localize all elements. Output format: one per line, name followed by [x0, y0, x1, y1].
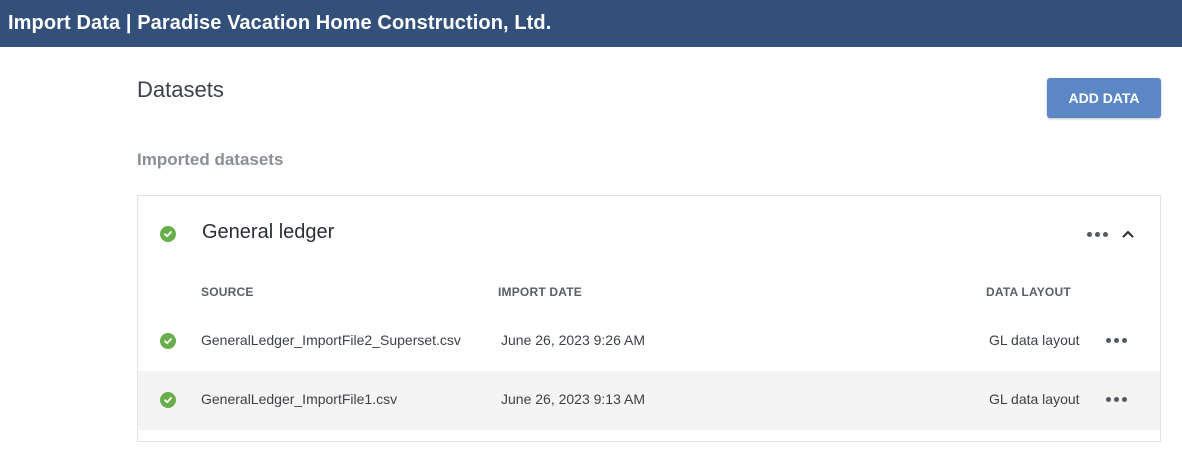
row-more-options-icon[interactable] [1106, 397, 1127, 402]
table-row: GeneralLedger_ImportFile1.csv June 26, 2… [138, 371, 1160, 430]
data-layout-cell: GL data layout [989, 332, 1080, 348]
table-row: GeneralLedger_ImportFile2_Superset.csv J… [138, 312, 1160, 371]
app-header: Import Data | Paradise Vacation Home Con… [0, 0, 1182, 47]
import-date-cell: June 26, 2023 9:26 AM [501, 332, 645, 348]
column-header-import-date: IMPORT DATE [498, 285, 582, 299]
source-cell: GeneralLedger_ImportFile1.csv [201, 391, 398, 407]
check-circle-icon [160, 392, 176, 408]
chevron-up-icon[interactable] [1120, 226, 1136, 242]
page-title: Datasets [137, 77, 224, 102]
dataset-panel: General ledger SOURCE IMPORT DATE DATA L… [137, 195, 1161, 442]
section-label: Imported datasets [137, 150, 284, 169]
check-circle-icon [160, 333, 176, 349]
data-layout-cell: GL data layout [989, 391, 1080, 407]
check-circle-icon [160, 226, 176, 242]
source-cell: GeneralLedger_ImportFile2_Superset.csv [201, 332, 461, 348]
add-data-button[interactable]: ADD DATA [1047, 78, 1161, 118]
column-header-data-layout: DATA LAYOUT [986, 285, 1071, 299]
more-options-icon[interactable] [1087, 232, 1108, 237]
dataset-name: General ledger [202, 221, 335, 243]
column-header-source: SOURCE [201, 285, 254, 299]
import-date-cell: June 26, 2023 9:13 AM [501, 391, 645, 407]
app-title: Import Data | Paradise Vacation Home Con… [8, 12, 552, 34]
row-more-options-icon[interactable] [1106, 338, 1127, 343]
